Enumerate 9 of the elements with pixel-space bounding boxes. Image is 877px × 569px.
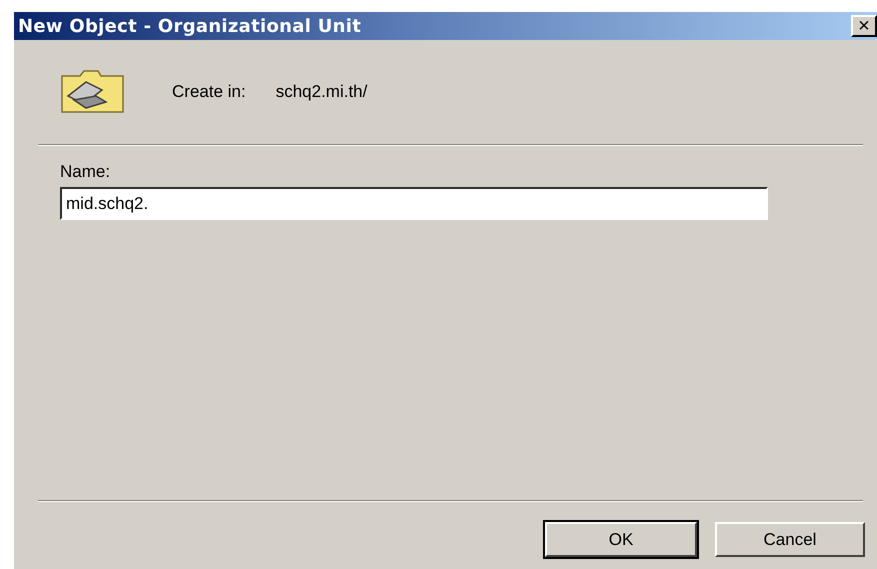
- close-button[interactable]: ×: [851, 15, 877, 37]
- create-in-path: schq2.mi.th/: [276, 82, 368, 102]
- name-label: Name:: [60, 162, 112, 182]
- name-input[interactable]: mid.schq2.: [60, 187, 768, 220]
- create-in-label: Create in:: [172, 82, 246, 102]
- folder-icon: [60, 70, 126, 114]
- ok-button[interactable]: OK: [545, 522, 697, 557]
- window-title: New Object - Organizational Unit: [18, 16, 362, 36]
- cancel-button[interactable]: Cancel: [715, 522, 865, 557]
